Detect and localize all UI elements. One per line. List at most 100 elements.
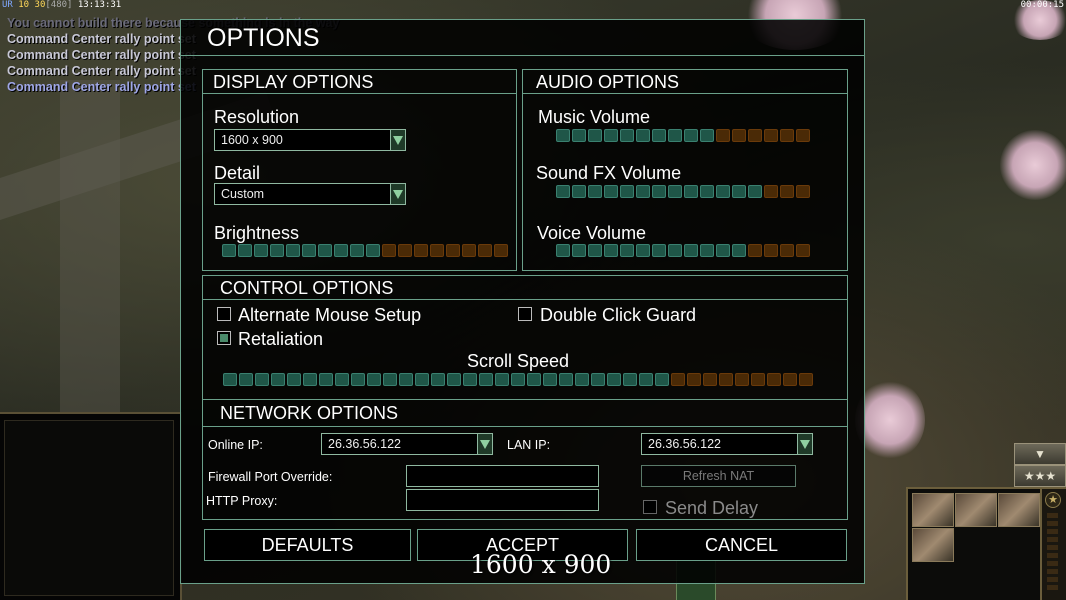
slider-segment[interactable] xyxy=(684,129,698,142)
slider-segment[interactable] xyxy=(732,129,746,142)
unit-portrait[interactable] xyxy=(955,493,997,527)
slider-segment[interactable] xyxy=(479,373,493,386)
slider-segment[interactable] xyxy=(351,373,365,386)
slider-segment[interactable] xyxy=(671,373,685,386)
slider-segment[interactable] xyxy=(652,129,666,142)
slider-segment[interactable] xyxy=(478,244,492,257)
slider-segment[interactable] xyxy=(748,244,762,257)
slider-segment[interactable] xyxy=(796,244,810,257)
slider-segment[interactable] xyxy=(588,129,602,142)
slider-segment[interactable] xyxy=(588,185,602,198)
slider-segment[interactable] xyxy=(399,373,413,386)
slider-segment[interactable] xyxy=(447,373,461,386)
slider-segment[interactable] xyxy=(255,373,269,386)
slider-segment[interactable] xyxy=(607,373,621,386)
slider-segment[interactable] xyxy=(556,129,570,142)
slider-segment[interactable] xyxy=(620,129,634,142)
slider-segment[interactable] xyxy=(239,373,253,386)
online-ip-select[interactable]: 26.36.56.122 xyxy=(321,433,493,455)
slider-segment[interactable] xyxy=(716,244,730,257)
slider-segment[interactable] xyxy=(382,244,396,257)
slider-segment[interactable] xyxy=(668,185,682,198)
slider-segment[interactable] xyxy=(366,244,380,257)
slider-segment[interactable] xyxy=(287,373,301,386)
slider-segment[interactable] xyxy=(334,244,348,257)
sound-fx-volume-slider[interactable] xyxy=(556,185,810,199)
defaults-button[interactable]: DEFAULTS xyxy=(204,529,411,561)
slider-segment[interactable] xyxy=(780,244,794,257)
rank-button[interactable]: ★★★ xyxy=(1014,465,1066,487)
slider-segment[interactable] xyxy=(591,373,605,386)
slider-segment[interactable] xyxy=(543,373,557,386)
firewall-port-input[interactable] xyxy=(406,465,599,487)
slider-segment[interactable] xyxy=(716,129,730,142)
slider-segment[interactable] xyxy=(222,244,236,257)
scroll-speed-slider[interactable] xyxy=(223,373,813,387)
slider-segment[interactable] xyxy=(319,373,333,386)
slider-segment[interactable] xyxy=(719,373,733,386)
slider-segment[interactable] xyxy=(494,244,508,257)
slider-segment[interactable] xyxy=(700,129,714,142)
slider-segment[interactable] xyxy=(398,244,412,257)
collapse-button[interactable]: ▼ xyxy=(1014,443,1066,465)
slider-segment[interactable] xyxy=(559,373,573,386)
slider-segment[interactable] xyxy=(431,373,445,386)
brightness-slider[interactable] xyxy=(222,244,508,258)
voice-volume-slider[interactable] xyxy=(556,244,810,258)
cancel-button[interactable]: CANCEL xyxy=(636,529,847,561)
slider-segment[interactable] xyxy=(318,244,332,257)
chevron-down-icon[interactable] xyxy=(390,184,405,204)
slider-segment[interactable] xyxy=(414,244,428,257)
unit-portraits[interactable] xyxy=(906,487,1044,600)
slider-segment[interactable] xyxy=(767,373,781,386)
slider-segment[interactable] xyxy=(511,373,525,386)
slider-segment[interactable] xyxy=(764,129,778,142)
slider-segment[interactable] xyxy=(652,244,666,257)
slider-segment[interactable] xyxy=(350,244,364,257)
slider-segment[interactable] xyxy=(668,244,682,257)
slider-segment[interactable] xyxy=(668,129,682,142)
slider-segment[interactable] xyxy=(652,185,666,198)
slider-segment[interactable] xyxy=(700,185,714,198)
slider-segment[interactable] xyxy=(572,185,586,198)
slider-segment[interactable] xyxy=(556,185,570,198)
slider-segment[interactable] xyxy=(780,129,794,142)
slider-segment[interactable] xyxy=(764,185,778,198)
slider-segment[interactable] xyxy=(463,373,477,386)
slider-segment[interactable] xyxy=(604,244,618,257)
slider-segment[interactable] xyxy=(415,373,429,386)
double-click-guard-checkbox[interactable] xyxy=(518,307,532,321)
slider-segment[interactable] xyxy=(588,244,602,257)
slider-segment[interactable] xyxy=(639,373,653,386)
retaliation-checkbox[interactable] xyxy=(217,331,231,345)
slider-segment[interactable] xyxy=(636,244,650,257)
slider-segment[interactable] xyxy=(748,129,762,142)
detail-select[interactable]: Custom xyxy=(214,183,406,205)
slider-segment[interactable] xyxy=(700,244,714,257)
slider-segment[interactable] xyxy=(575,373,589,386)
slider-segment[interactable] xyxy=(684,185,698,198)
http-proxy-input[interactable] xyxy=(406,489,599,511)
slider-segment[interactable] xyxy=(495,373,509,386)
slider-segment[interactable] xyxy=(764,244,778,257)
slider-segment[interactable] xyxy=(751,373,765,386)
slider-segment[interactable] xyxy=(636,185,650,198)
slider-segment[interactable] xyxy=(716,185,730,198)
chevron-down-icon[interactable] xyxy=(477,434,492,454)
slider-segment[interactable] xyxy=(604,185,618,198)
slider-segment[interactable] xyxy=(732,244,746,257)
slider-segment[interactable] xyxy=(604,129,618,142)
unit-portrait[interactable] xyxy=(998,493,1040,527)
slider-segment[interactable] xyxy=(302,244,316,257)
slider-segment[interactable] xyxy=(684,244,698,257)
slider-segment[interactable] xyxy=(748,185,762,198)
send-delay-checkbox[interactable] xyxy=(643,500,657,514)
slider-segment[interactable] xyxy=(446,244,460,257)
slider-segment[interactable] xyxy=(799,373,813,386)
slider-segment[interactable] xyxy=(572,244,586,257)
unit-portrait[interactable] xyxy=(912,528,954,562)
alternate-mouse-checkbox[interactable] xyxy=(217,307,231,321)
slider-segment[interactable] xyxy=(223,373,237,386)
unit-portrait[interactable] xyxy=(912,493,954,527)
resolution-select[interactable]: 1600 x 900 xyxy=(214,129,406,151)
